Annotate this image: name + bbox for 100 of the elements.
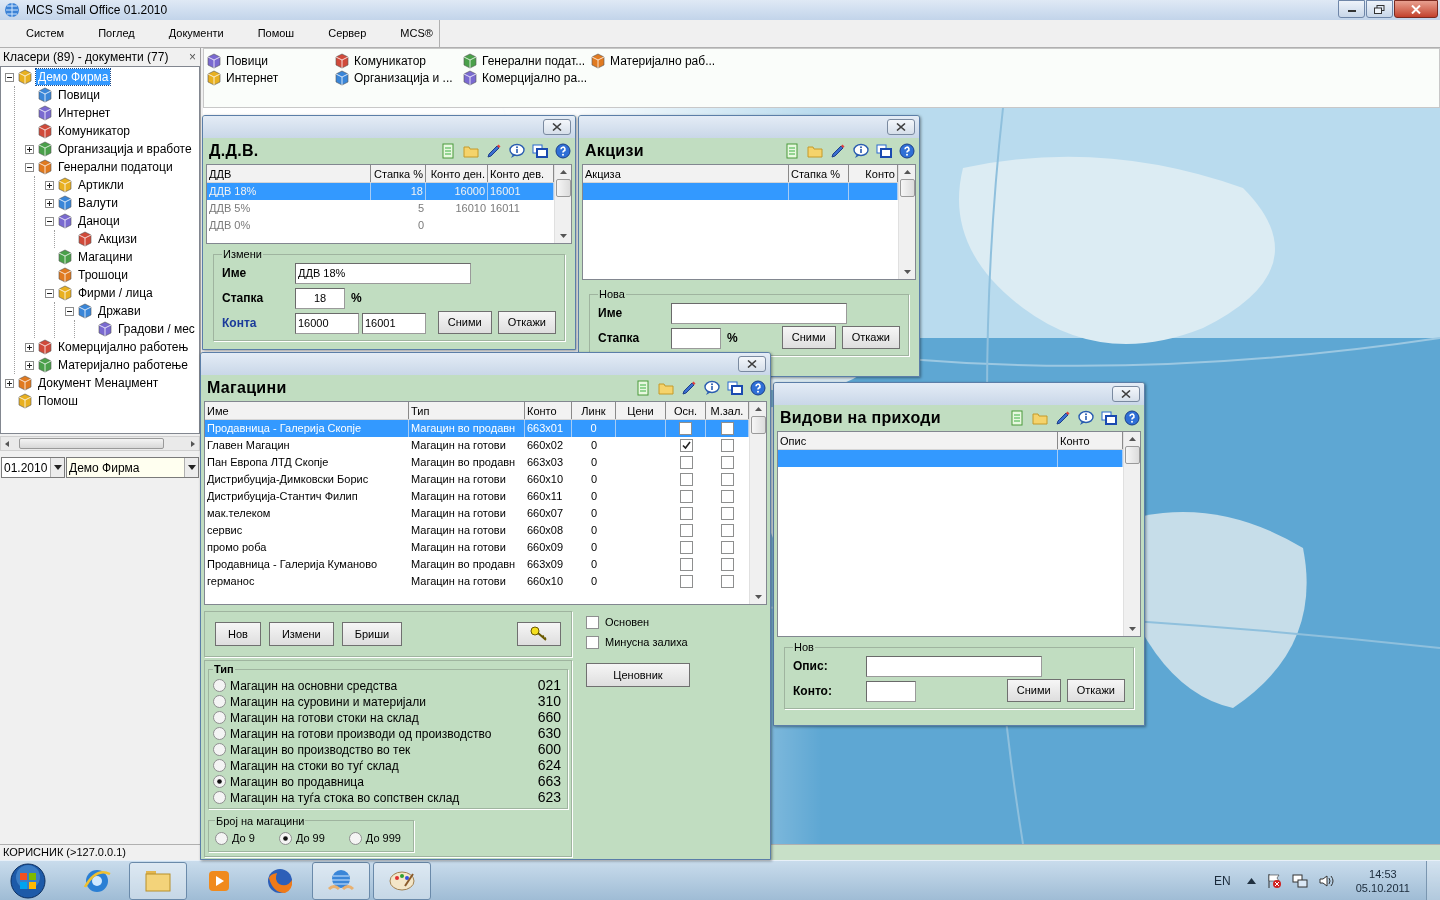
column-header[interactable]: Име (205, 402, 409, 419)
price-list-button[interactable]: Ценовник (586, 663, 690, 687)
checkbox[interactable] (721, 439, 734, 452)
radio-button[interactable] (213, 759, 226, 772)
checkbox[interactable] (679, 439, 693, 452)
checkbox[interactable] (721, 575, 734, 588)
checkbox[interactable] (679, 524, 693, 537)
column-header[interactable]: Стапка % (789, 165, 849, 182)
expand-icon[interactable] (25, 342, 34, 352)
checkbox[interactable] (679, 507, 693, 520)
shortcut-item[interactable]: Комуникатор (334, 52, 462, 69)
option-label[interactable]: До 999 (365, 829, 401, 847)
help-icon[interactable] (555, 143, 571, 159)
column-header[interactable]: Акциза (583, 165, 789, 182)
tree-item[interactable]: Артикли (76, 177, 126, 193)
radio-button[interactable] (278, 831, 292, 845)
toolbar-button[interactable]: Измени (268, 622, 334, 646)
tree-item[interactable]: Повици (56, 87, 102, 103)
help-icon[interactable] (750, 380, 766, 396)
dropdown-field[interactable]: 01.2010 (1, 457, 65, 478)
tree-item[interactable]: Држави (96, 303, 143, 319)
close-button[interactable] (1112, 386, 1140, 402)
save-button[interactable]: Сними (1006, 678, 1061, 702)
pencil-icon[interactable] (1055, 410, 1071, 426)
expand-icon[interactable] (25, 144, 34, 154)
flag-icon[interactable] (1265, 872, 1282, 889)
volume-icon[interactable] (1317, 872, 1334, 889)
radio-button[interactable] (215, 831, 228, 845)
option-label[interactable]: Магацин на основни средства (230, 676, 398, 695)
option-label[interactable]: Магацин на готови стоки на склад (230, 708, 419, 727)
column-header[interactable]: Опис (778, 432, 1058, 449)
pencil-icon[interactable] (486, 143, 502, 159)
shortcut-item[interactable]: Организација и ... (334, 69, 462, 86)
save-button[interactable]: Сними (437, 310, 492, 334)
tree-item[interactable]: Комерцијално работењ (56, 339, 191, 355)
close-button[interactable] (543, 119, 571, 135)
clock-date[interactable]: 05.10.2011 (1355, 880, 1410, 895)
table-row[interactable]: Пан Европа ЛТД Скопје Магацин во продавн 663x03 0 (205, 454, 749, 471)
shortcut-item[interactable]: Комерцијално ра... (462, 69, 590, 86)
window-icon[interactable] (727, 380, 743, 396)
menu-item[interactable]: Поглед (86, 22, 147, 45)
toolbar-button[interactable]: Нов (215, 622, 261, 646)
cancel-button[interactable]: Откажи (497, 310, 556, 334)
radio-button[interactable] (213, 743, 226, 756)
expand-icon[interactable] (25, 360, 34, 370)
input-field[interactable]: 16000 (295, 312, 359, 334)
checkbox[interactable] (586, 615, 599, 629)
tree-item[interactable]: Градови / мес (116, 321, 197, 337)
checkbox[interactable] (721, 507, 734, 520)
radio-button[interactable] (213, 695, 226, 708)
radio-button[interactable] (213, 679, 226, 692)
cancel-button[interactable]: Откажи (841, 325, 900, 349)
menu-item[interactable]: Документи (156, 22, 236, 45)
shortcut-item[interactable]: Материјално раб... (590, 52, 720, 69)
taskbar-button[interactable] (129, 861, 187, 900)
dropdown-caret-icon[interactable] (187, 465, 196, 470)
tree-item[interactable]: Акцизи (96, 231, 140, 247)
tree-item[interactable]: Фирми / лица (76, 285, 155, 301)
minimize-button[interactable] (1338, 0, 1365, 18)
menu-item[interactable]: Сервер (316, 22, 379, 45)
input-field[interactable]: 18 (295, 287, 345, 309)
radio-button[interactable] (213, 791, 226, 804)
scroll-thumb[interactable] (19, 438, 164, 449)
window-icon[interactable] (532, 143, 548, 159)
column-header[interactable]: Линк (572, 402, 616, 419)
info-icon[interactable] (1078, 410, 1094, 426)
window-icon[interactable] (1101, 410, 1117, 426)
tree-item[interactable]: Комуникатор (56, 123, 132, 139)
option-label[interactable]: Магацин во производство во тек (230, 740, 411, 759)
input-field[interactable]: ДДВ 18% (295, 262, 471, 284)
table-row[interactable]: германос Магацин на готови 660x10 0 (205, 573, 749, 590)
help-icon[interactable] (899, 143, 915, 159)
checkbox[interactable] (679, 541, 693, 554)
tree-item[interactable]: Документ Менаџмент (36, 375, 161, 391)
checkbox[interactable] (720, 422, 734, 435)
checkbox[interactable] (679, 558, 693, 571)
checkbox[interactable] (721, 456, 734, 469)
tree-item[interactable]: Валути (76, 195, 120, 211)
scroll-thumb[interactable] (750, 416, 766, 434)
window-icon[interactable] (876, 143, 892, 159)
shortcut-item[interactable]: Интернет (206, 69, 334, 86)
collapse-icon[interactable] (65, 306, 74, 316)
pencil-icon[interactable] (830, 143, 846, 159)
option-label[interactable]: Магацин на готови производи од производство (230, 724, 492, 743)
checkbox[interactable] (721, 541, 734, 554)
tree-item[interactable]: Даноци (76, 213, 122, 229)
checkbox[interactable] (721, 524, 734, 537)
checkbox[interactable] (679, 575, 693, 588)
checkbox[interactable] (721, 473, 734, 486)
scroll-thumb[interactable] (1124, 446, 1140, 464)
column-header[interactable]: Тип (409, 402, 525, 419)
input-field[interactable]: 16001 (362, 312, 426, 334)
table-row[interactable]: промо роба Магацин на готови 660x09 0 (205, 539, 749, 556)
menu-item[interactable]: MCS® (388, 22, 445, 45)
shortcut-item[interactable]: Повици (206, 52, 334, 69)
help-icon[interactable] (1124, 410, 1140, 426)
tree-item[interactable]: Интернет (56, 105, 113, 121)
tree-item[interactable]: Генерални податоци (56, 159, 175, 175)
option-label[interactable]: До 99 (295, 829, 325, 847)
clock-time[interactable]: 14:53 (1369, 866, 1397, 881)
